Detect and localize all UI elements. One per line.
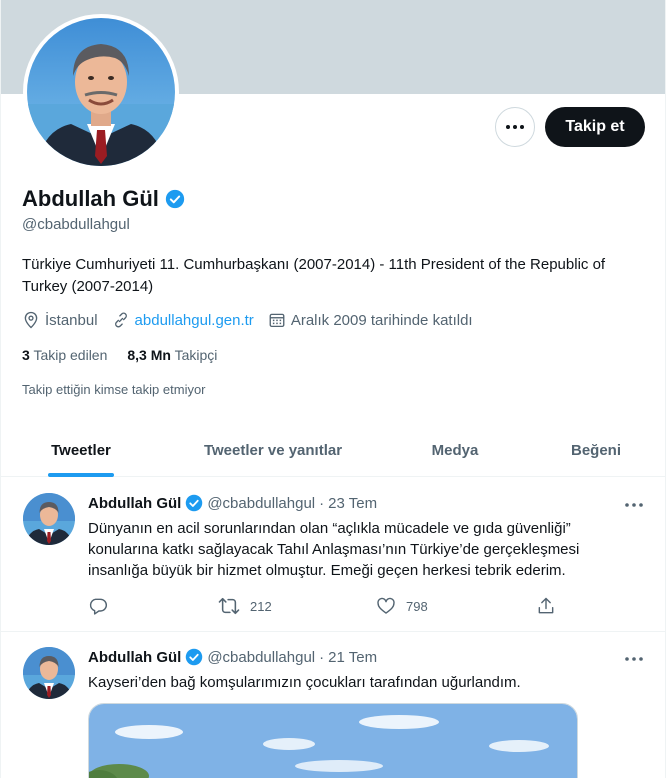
share-button[interactable] — [536, 596, 556, 616]
tweet-avatar[interactable] — [23, 647, 75, 699]
retweet-count: 212 — [250, 598, 272, 614]
calendar-icon — [269, 313, 285, 328]
following-label: Takip edilen — [33, 347, 108, 363]
following-link[interactable]: 3 Takip edilen — [22, 347, 107, 363]
active-tab-indicator — [48, 473, 114, 477]
tweet-media-photo[interactable] — [88, 703, 578, 778]
tweet-avatar[interactable] — [23, 493, 75, 545]
website-link[interactable]: abdullahgul.gen.tr — [135, 312, 254, 329]
profile-name: Abdullah Gül — [22, 186, 185, 212]
tweet-author-name[interactable]: Abdullah Gül — [88, 495, 181, 512]
like-count: 798 — [406, 598, 428, 614]
more-options-button[interactable] — [495, 107, 535, 147]
joined-item: Aralık 2009 tarihinde katıldı — [268, 311, 473, 329]
avatar-photo — [23, 493, 75, 545]
tweet-author-handle[interactable]: @cbabdullahgul — [207, 495, 315, 512]
separator-dot: · — [319, 494, 325, 512]
profile-handle: @cbabdullahgul — [22, 216, 130, 233]
tweet-author-handle[interactable]: @cbabdullahgul — [207, 649, 315, 666]
tab-tweets[interactable]: Tweetler — [1, 424, 161, 477]
tab-likes[interactable]: Beğeni — [525, 424, 665, 477]
more-dots-icon — [506, 125, 524, 129]
tweet-more-button[interactable] — [621, 650, 647, 668]
tab-label: Tweetler ve yanıtlar — [203, 442, 343, 459]
tweet-text: Dünyanın en acil sorunlarından olan “açl… — [88, 520, 580, 579]
heart-icon — [377, 597, 395, 614]
retweet-button[interactable]: 212 — [218, 596, 272, 616]
link-icon — [114, 312, 127, 328]
tweet-timestamp[interactable]: 23 Tem — [328, 495, 377, 512]
verified-badge-icon[interactable] — [165, 189, 185, 209]
location-item: İstanbul — [22, 311, 98, 329]
avatar-photo — [27, 18, 175, 166]
tab-media[interactable]: Medya — [385, 424, 525, 477]
tab-tweets-and-replies[interactable]: Tweetler ve yanıtlar — [161, 424, 385, 477]
followers-count: 8,3 Mn — [127, 347, 171, 363]
tweet-author-name[interactable]: Abdullah Gül — [88, 649, 181, 666]
like-button[interactable]: 798 — [376, 596, 428, 616]
follow-stats: 3 Takip edilen 8,3 Mn Takipçi — [22, 347, 237, 363]
tweet-timestamp[interactable]: 21 Tem — [328, 649, 377, 666]
tab-label: Beğeni — [570, 442, 621, 459]
location-pin-icon — [24, 311, 38, 329]
more-dots-icon — [625, 657, 643, 661]
tweet-actions: 212 798 — [88, 596, 568, 618]
share-icon — [538, 597, 554, 614]
followers-link[interactable]: 8,3 Mn Takipçi — [127, 347, 217, 363]
media-image — [89, 704, 577, 778]
joined-text: Aralık 2009 tarihinde katıldı — [290, 311, 473, 329]
separator-dot: · — [319, 648, 325, 666]
tab-label: Tweetler — [51, 442, 111, 459]
profile-tabs: Tweetler Tweetler ve yanıtlar Medya Beğe… — [1, 424, 665, 477]
following-count: 3 — [22, 347, 30, 363]
profile-meta: İstanbul abdullahgul.gen.tr Aralık 2009 … — [22, 311, 487, 329]
verified-badge-icon — [186, 494, 203, 512]
reply-icon — [89, 598, 108, 615]
tweet-header: Abdullah Gül @cbabdullahgul · 21 Tem — [88, 648, 377, 666]
tweet-more-button[interactable] — [621, 496, 647, 514]
website-item[interactable]: abdullahgul.gen.tr — [112, 311, 254, 329]
retweet-icon — [218, 597, 240, 615]
more-dots-icon — [625, 503, 643, 507]
tab-label: Medya — [431, 442, 479, 459]
tweet-text: Kayseri’den bağ komşularımızın çocukları… — [88, 674, 521, 691]
verified-badge-icon — [186, 648, 203, 666]
followers-label: Takipçi — [174, 347, 218, 363]
followed-by-note: Takip ettiğin kimse takip etmiyor — [22, 382, 206, 397]
profile-avatar[interactable] — [23, 14, 179, 170]
tweet-header: Abdullah Gül @cbabdullahgul · 23 Tem — [88, 494, 377, 512]
avatar-photo — [23, 647, 75, 699]
profile-bio: Türkiye Cumhuriyeti 11. Cumhurbaşkanı (2… — [22, 256, 606, 295]
reply-button[interactable] — [88, 596, 108, 616]
location-text: İstanbul — [45, 311, 98, 329]
profile-page: Takip et Abdullah Gül @cbabdullahgul Tür… — [0, 0, 666, 778]
profile-name-text: Abdullah Gül — [22, 186, 159, 211]
follow-button[interactable]: Takip et — [545, 107, 645, 147]
